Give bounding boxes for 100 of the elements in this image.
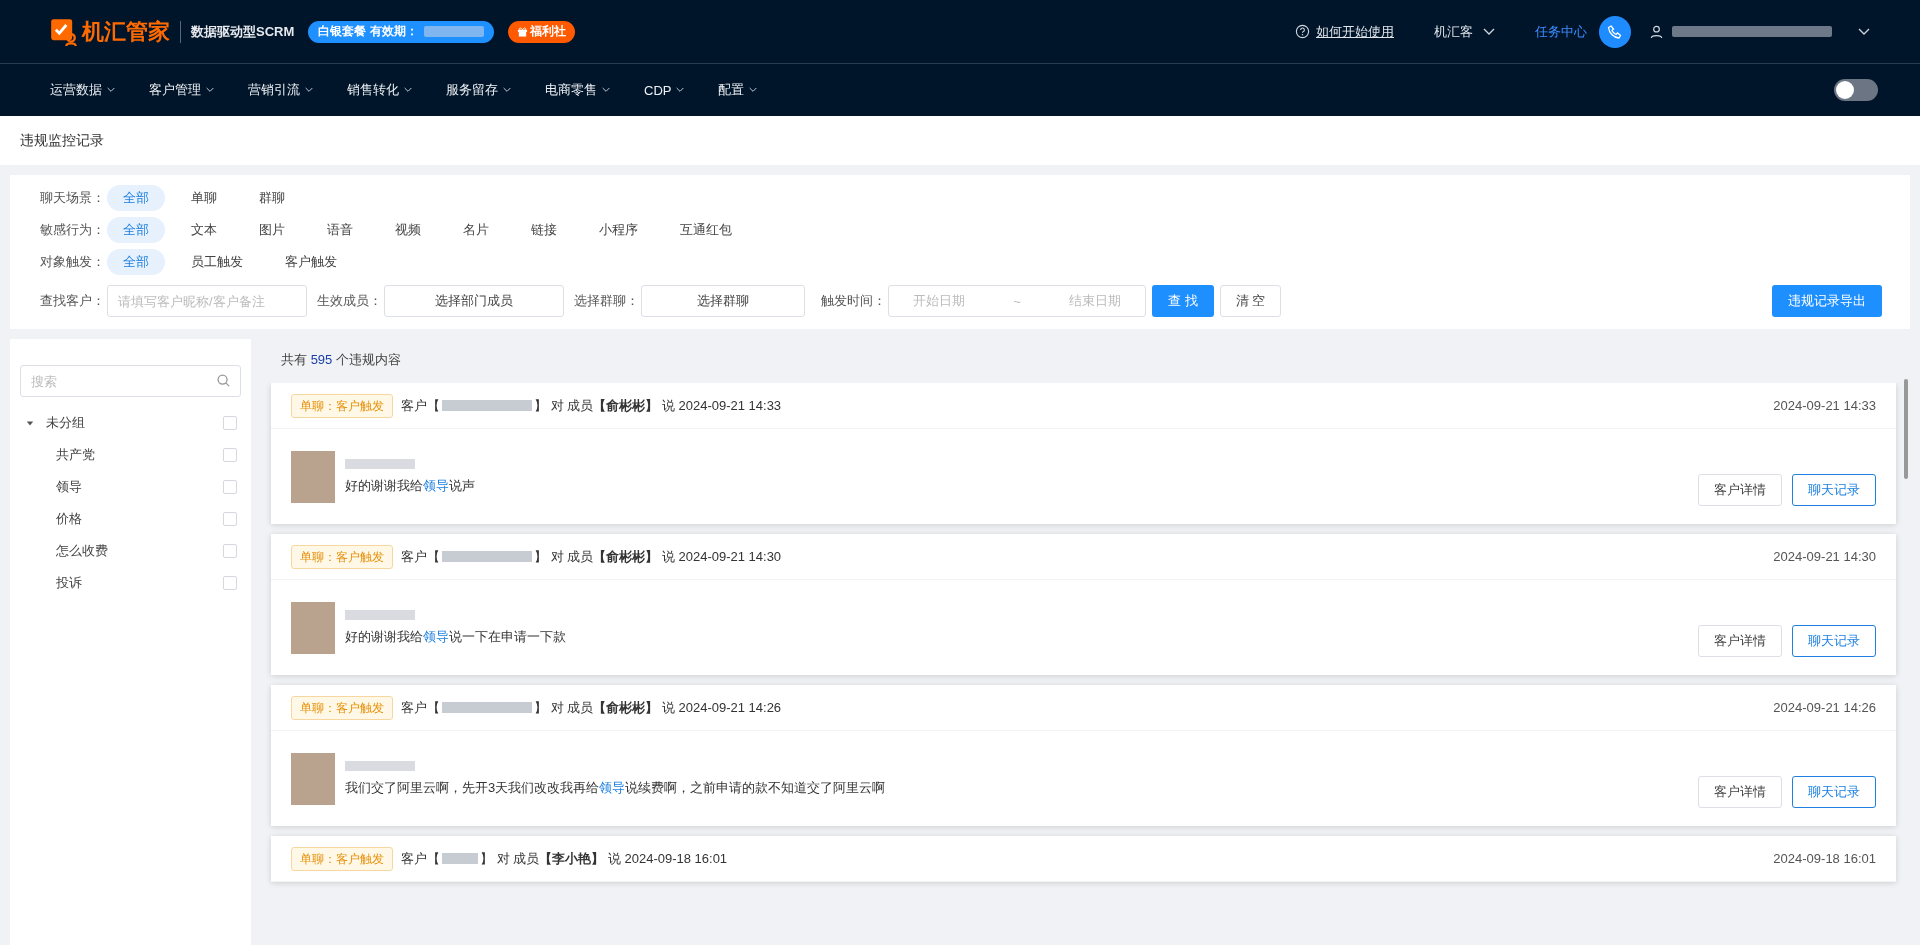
checkbox[interactable] — [223, 512, 237, 526]
expand-caret-icon[interactable] — [26, 419, 34, 427]
filter-option[interactable]: 名片 — [447, 217, 505, 243]
avatar-placeholder — [291, 752, 335, 805]
trigger-tag: 单聊：客户触发 — [291, 695, 393, 720]
help-link[interactable]: 如何开始使用 — [1316, 22, 1394, 41]
checkbox[interactable] — [223, 448, 237, 462]
tree-item[interactable]: 价格 — [56, 510, 223, 528]
record-text: 客户【 — [401, 396, 440, 415]
trigger-tag: 单聊：客户触发 — [291, 393, 393, 418]
blurred-sender-name — [345, 458, 415, 469]
record-time: 2024-09-21 14:30 — [1773, 549, 1876, 564]
message-text: 好的谢谢我给领导说声 — [345, 476, 475, 495]
filter-option[interactable]: 语音 — [311, 217, 369, 243]
gift-icon — [516, 26, 528, 37]
chevron-down-icon — [503, 87, 511, 93]
trigger-tag: 单聊：客户触发 — [291, 846, 393, 871]
filter-label: 敏感行为： — [40, 221, 105, 239]
filter-option[interactable]: 全部 — [107, 185, 165, 211]
nav-menu[interactable]: 服务留存 — [446, 81, 511, 99]
tagline: 数据驱动型SCRM — [191, 22, 295, 41]
trigger-tag: 单聊：客户触发 — [291, 544, 393, 569]
user-icon — [1649, 24, 1664, 39]
record-text: 客户【 — [401, 849, 440, 868]
tree-item[interactable]: 投诉 — [56, 574, 223, 592]
record-time: 2024-09-21 14:33 — [1773, 398, 1876, 413]
record-text: 】 对 成员【李小艳】 说 2024-09-18 16:01 — [480, 849, 728, 868]
nav-menu[interactable]: 营销引流 — [248, 81, 313, 99]
logo-icon — [50, 17, 78, 46]
sidebar-search-field[interactable]: 搜索 — [20, 365, 241, 397]
member-select-button[interactable]: 选择部门成员 — [384, 285, 564, 317]
chat-record-button[interactable]: 聊天记录 — [1792, 474, 1876, 506]
org-menu[interactable]: 机汇客 — [1434, 22, 1495, 41]
chat-record-button[interactable]: 聊天记录 — [1792, 776, 1876, 808]
tree-item[interactable]: 领导 — [56, 478, 223, 496]
task-center-link[interactable]: 任务中心 — [1535, 22, 1587, 41]
nav-menu[interactable]: 销售转化 — [347, 81, 412, 99]
filter-label: 对象触发： — [40, 253, 105, 271]
chevron-down-icon — [107, 87, 115, 93]
toggle-switch[interactable] — [1834, 79, 1878, 101]
filter-option[interactable]: 员工触发 — [175, 249, 259, 275]
chevron-down-icon — [404, 87, 412, 93]
filter-option[interactable]: 互通红包 — [664, 217, 748, 243]
record-time: 2024-09-21 14:26 — [1773, 700, 1876, 715]
chevron-down-icon[interactable] — [1858, 27, 1870, 36]
filter-label: 查找客户： — [40, 292, 105, 310]
nav-menu[interactable]: CDP — [644, 82, 685, 98]
tree-item[interactable]: 共产党 — [56, 446, 223, 464]
customer-detail-button[interactable]: 客户详情 — [1698, 776, 1782, 808]
message-text: 我们交了阿里云啊，先开3天我们改改我再给领导说续费啊，之前申请的款不知道交了阿里云啊 — [345, 778, 886, 797]
page-title: 违规监控记录 — [20, 131, 104, 150]
filter-option[interactable]: 链接 — [515, 217, 573, 243]
blurred-sender-name — [345, 609, 415, 620]
customer-search-field[interactable]: 请填写客户昵称/客户备注 — [107, 285, 307, 317]
message-text: 好的谢谢我给领导说一下在申请一下款 — [345, 627, 566, 646]
filter-option[interactable]: 小程序 — [583, 217, 654, 243]
summary-text: 共有 595 个违规内容 — [281, 352, 401, 367]
scrollbar[interactable] — [1904, 379, 1908, 479]
customer-detail-button[interactable]: 客户详情 — [1698, 625, 1782, 657]
record-text: 客户【 — [401, 698, 440, 717]
clear-button[interactable]: 清 空 — [1219, 285, 1282, 317]
filter-option[interactable]: 图片 — [243, 217, 301, 243]
group-select-button[interactable]: 选择群聊 — [641, 285, 805, 317]
chevron-down-icon — [749, 87, 758, 93]
record-text: 】 对 成员【俞彬彬】 说 2024-09-21 14:26 — [534, 698, 782, 717]
avatar-placeholder — [291, 601, 335, 654]
nav-menu[interactable]: 运营数据 — [50, 81, 115, 99]
tree-item[interactable]: 怎么收费 — [56, 542, 223, 560]
checkbox[interactable] — [223, 576, 237, 590]
checkbox[interactable] — [223, 544, 237, 558]
chevron-down-icon — [602, 87, 610, 93]
filter-label: 聊天场景： — [40, 189, 105, 207]
filter-option[interactable]: 全部 — [107, 217, 165, 243]
filter-label: 触发时间： — [821, 292, 886, 310]
filter-option[interactable]: 客户触发 — [269, 249, 353, 275]
customer-detail-button[interactable]: 客户详情 — [1698, 474, 1782, 506]
filter-option[interactable]: 全部 — [107, 249, 165, 275]
tree-item[interactable]: 未分组 — [46, 414, 223, 432]
phone-icon — [1607, 23, 1623, 40]
nav-menu[interactable]: 客户管理 — [149, 81, 214, 99]
chevron-down-icon — [1483, 27, 1495, 36]
checkbox[interactable] — [223, 416, 237, 430]
blurred-customer-name — [442, 853, 478, 864]
chat-record-button[interactable]: 聊天记录 — [1792, 625, 1876, 657]
chevron-down-icon — [206, 87, 214, 93]
record-text: 客户【 — [401, 547, 440, 566]
filter-option[interactable]: 单聊 — [175, 185, 233, 211]
record-time: 2024-09-18 16:01 — [1773, 851, 1876, 866]
phone-button[interactable] — [1599, 15, 1631, 48]
filter-option[interactable]: 文本 — [175, 217, 233, 243]
blurred-date — [423, 26, 484, 37]
filter-option[interactable]: 视频 — [379, 217, 437, 243]
checkbox[interactable] — [223, 480, 237, 494]
record-text: 】 对 成员【俞彬彬】 说 2024-09-21 14:30 — [534, 547, 782, 566]
nav-menu[interactable]: 配置 — [718, 81, 758, 99]
logo-text: 机汇管家 — [82, 17, 170, 46]
nav-menu[interactable]: 电商零售 — [545, 81, 610, 99]
filter-option[interactable]: 群聊 — [243, 185, 301, 211]
blurred-sender-name — [345, 760, 415, 771]
record-text: 】 对 成员【俞彬彬】 说 2024-09-21 14:33 — [534, 396, 782, 415]
